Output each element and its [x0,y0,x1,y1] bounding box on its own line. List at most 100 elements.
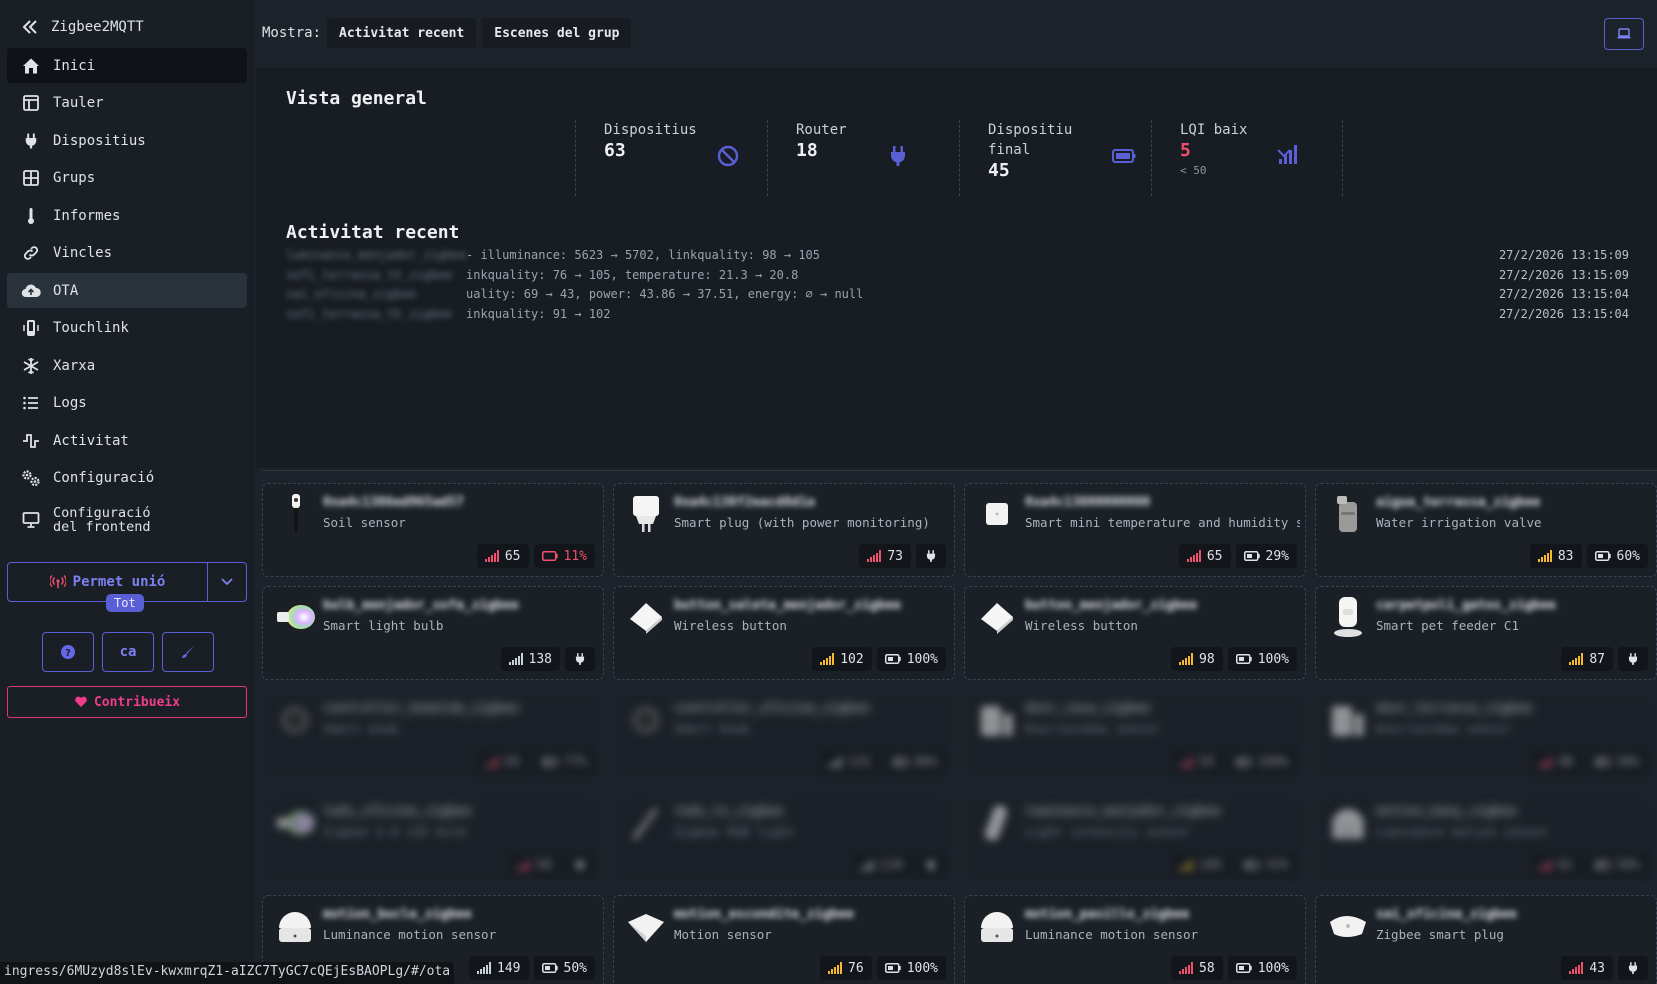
device-image [975,698,1019,742]
lqi-value: 87 [1589,651,1605,667]
device-card[interactable]: button_saleta_menjador_zigbee Wireless bu… [613,586,955,680]
device-card[interactable]: carpetpoli_gatos_zigbee Smart pet feeder … [1315,586,1657,680]
sidebar-item-informes[interactable]: Informes [7,198,247,233]
battery-value: 100% [1257,651,1289,667]
device-name[interactable]: sai_oficina_zigbee [1376,907,1646,922]
stat-end-devices[interactable]: Dispositiu final 45 [959,120,1151,196]
contribute-button[interactable]: Contribueix [7,686,247,718]
sidebar-item-tauler[interactable]: Tauler [7,86,247,121]
device-name[interactable]: leds_tv_zigbee [674,804,944,819]
lqi-badge: 138 [500,647,560,671]
lqi-value: 149 [497,960,521,976]
device-card[interactable]: bulb_menjador_sofa_zigbee Smart light bul… [262,586,604,680]
device-name[interactable]: controller_oficina_zigbee [674,701,944,716]
sidebar-item-inici[interactable]: Inici [7,48,247,83]
device-card[interactable]: 0xa4c13800000000 Smart mini temperature a… [964,483,1306,577]
sidebar-item-ota[interactable]: OTA [7,273,247,308]
stat-low-lqi[interactable]: LQI baix 5 < 50 [1151,120,1343,196]
tab-recent-activity[interactable]: Activitat recent [327,18,477,48]
activity-row[interactable]: sofi_terrassa_th_zigbee inkquality: 76 → … [286,268,1629,288]
device-name[interactable]: motion_pasillo_zigbee [1025,907,1295,922]
device-name[interactable]: 0xa4c138f2eacd8d1a [674,495,944,510]
device-card[interactable]: luminance_menjador_zigbee Light intensity… [964,792,1306,886]
device-card[interactable]: button_menjador_zigbee Wireless button 98 1… [964,586,1306,680]
device-image [624,595,668,639]
device-name[interactable]: carpetpoli_gatos_zigbee [1376,598,1646,613]
device-badges: 102 100% [812,647,946,671]
device-card[interactable]: sai_oficina_zigbee Zigbee smart plug 43 [1315,895,1657,984]
device-name[interactable]: door_terrassa_zigbee [1376,701,1646,716]
sidebar-item-logs[interactable]: Logs [7,386,247,421]
device-name[interactable]: controller_homelab_zigbee [323,701,593,716]
sidebar-item-vincles[interactable]: Vincles [7,236,247,271]
activity-row[interactable]: luminance_menjador_zigbee - illuminance: … [286,248,1629,268]
device-card[interactable]: controller_homelab_zigbee Smart knob 65 77% [262,689,604,783]
device-name[interactable]: aigua_terrassa_zigbee [1376,495,1646,510]
home-icon [21,56,41,76]
device-card[interactable]: leds_tv_zigbee Zigbee RGB light 110 [613,792,955,886]
stat-router[interactable]: Router 18 [767,120,959,196]
device-name[interactable]: button_saleta_menjador_zigbee [674,598,944,613]
device-name[interactable]: 0xa4c1386ed965ad57 [323,495,593,510]
device-card[interactable]: motion_escondite_zigbee Motion sensor 76 10… [613,895,955,984]
permit-join-dropdown[interactable] [208,563,246,601]
sidebar-item-configuraci-[interactable]: Configuració del frontend [7,498,247,542]
device-card[interactable]: door_terrassa_zigbee Door/window sensor 48… [1315,689,1657,783]
stat-title: LQI baix [1180,122,1248,138]
power-source-badge [1618,647,1648,671]
sidebar-item-label: Inici [53,57,96,74]
device-name[interactable]: door_casa_zigbee [1025,701,1295,716]
device-badges: 65 29% [1178,544,1297,568]
battery-badge: 100% [876,647,946,671]
device-card[interactable]: leds_oficina_zigbee Zigbee 3.0 LED bulb 50 [262,792,604,886]
sidebar-collapse[interactable]: Zigbee2MQTT [7,12,247,42]
sidebar-item-dispositius[interactable]: Dispositius [7,123,247,158]
device-name[interactable]: bulb_menjador_sofa_zigbee [323,598,593,613]
device-card[interactable]: motion_pasillo_zigbee Luminance motion se… [964,895,1306,984]
device-name[interactable]: 0xa4c13800000000 [1025,495,1295,510]
cloud-upload-icon [21,281,41,301]
sidebar-item-configuraci-[interactable]: Configuració [7,461,247,496]
battery-value: 29% [1265,548,1289,564]
device-name[interactable]: luminance_menjador_zigbee [1025,804,1295,819]
ban-icon [717,145,739,167]
device-card[interactable]: 0xa4c138f2eacd8d1a Smart plug (with power… [613,483,955,577]
device-name[interactable]: button_menjador_zigbee [1025,598,1295,613]
lqi-badge: 87 [1561,647,1613,671]
fullscreen-button[interactable] [1604,18,1644,50]
sidebar-item-xarxa[interactable]: Xarxa [7,348,247,383]
device-name[interactable]: motion_escondite_zigbee [674,907,944,922]
language-button[interactable]: ca [102,632,154,672]
signal-icon [828,756,843,768]
device-name[interactable]: motion_bany_zigbee [1376,804,1646,819]
tab-group-scenes[interactable]: Escenes del grup [482,18,632,48]
sidebar-item-grups[interactable]: Grups [7,161,247,196]
lqi-badge: 65 [476,750,529,774]
permit-join-target-badge[interactable]: Tot [106,594,144,612]
device-card[interactable]: motion_bany_zigbee Luminance motion senso… [1315,792,1657,886]
device-badges: 138 [500,647,595,671]
battery-icon [884,654,901,664]
sidebar-nav: Inici Tauler Dispositius Grups Informes Vincl… [7,48,247,542]
device-badges: 98 100% [1171,647,1297,671]
battery-badge: 58% [1586,853,1648,877]
activity-row[interactable]: sofi_terrassa_th_zigbee inkquality: 91 → … [286,307,1629,327]
device-name[interactable]: leds_oficina_zigbee [323,804,593,819]
help-button[interactable]: ? [42,632,94,672]
device-badges: 83 60% [1529,544,1648,568]
sidebar-item-activitat[interactable]: Activitat [7,423,247,458]
double-chevron-left-icon[interactable] [21,18,39,36]
device-card[interactable]: 0xa4c1386ed965ad57 Soil sensor 65 11% [262,483,604,577]
lqi-value: 110 [879,857,903,873]
activity-row[interactable]: sai_oficina_zigbee uality: 69 → 43, power… [286,287,1629,307]
plug-icon [1628,653,1638,665]
activity-device: sofi_terrassa_th_zigbee [286,306,453,321]
device-name[interactable]: motion_bucle_zigbee [323,907,593,922]
device-card[interactable]: door_casa_zigbee Door/window sensor 55 100% [964,689,1306,783]
device-card[interactable]: aigua_terrassa_zigbee Water irrigation va… [1315,483,1657,577]
sidebar-item-touchlink[interactable]: Touchlink [7,311,247,346]
theme-button[interactable] [162,632,214,672]
status-url: ingress/6MUzyd8slEv-kwxmrqZ1-aIZC7TyGC7c… [0,962,455,984]
device-card[interactable]: controller_oficina_zigbee Smart knob 131 86… [613,689,955,783]
stat-devices[interactable]: Dispositius 63 [575,120,767,196]
